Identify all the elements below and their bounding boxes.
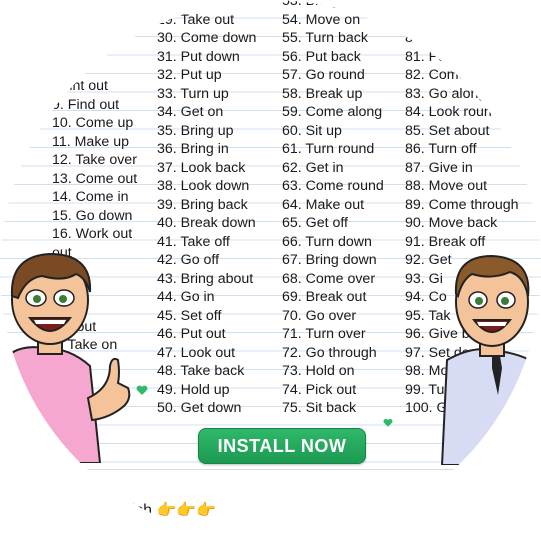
phrasal-verb-item: 65. Get off xyxy=(282,215,348,231)
phrasal-verb-item: 67. Bring down xyxy=(282,252,377,268)
phrasal-verb-item: 60. Sit up xyxy=(282,122,342,139)
phrasal-verb-item: 87. Give in xyxy=(405,159,473,176)
phrasal-verb-item: 48. Take back xyxy=(157,363,245,379)
circular-frame: back out Point out 9. Find out 10. Come up 11… xyxy=(0,0,541,541)
phrasal-verb-item: 37. Look back xyxy=(157,159,246,176)
phrasal-verb-item: 8 xyxy=(405,30,413,46)
phrasal-verb-item: 47. Look out xyxy=(157,344,236,361)
phrasal-verb-item: 15. Go down xyxy=(52,207,133,224)
phrasal-verb-item: 81. Pu xyxy=(405,48,447,65)
phrasal-verb-item: 59. Come along xyxy=(282,104,383,120)
phrasal-verb-item: 69. Break out xyxy=(282,289,367,305)
phrasal-verb-item: 58. Break up xyxy=(282,85,363,102)
phrasal-verb-item: 84. Look roun xyxy=(405,104,492,120)
divider xyxy=(0,469,541,470)
phrasal-verb-item: 72. Go through xyxy=(282,344,377,361)
phrasal-verb-item: 56. Put back xyxy=(282,48,361,65)
phrasal-verb-item: 45. Set off xyxy=(157,307,222,324)
phrasal-verb-item: 11. Make up xyxy=(52,133,130,150)
phrasal-verb-item: 34. Get on xyxy=(157,104,224,120)
phrasal-verb-item: 55. Turn back xyxy=(282,30,368,46)
cartoon-man-blue-shirt xyxy=(440,254,541,465)
phrasal-verb-item: 82. Come xyxy=(405,67,467,83)
phrasal-verb-item: 29. Take out xyxy=(157,11,235,28)
phrasal-verb-item: 40. Break down xyxy=(157,215,256,231)
phrasal-verb-item: 91. Break off xyxy=(405,233,486,250)
phrasal-verb-item: 46. Put out xyxy=(157,326,226,342)
phrasal-verb-item: 14. Come in xyxy=(52,189,129,206)
phrasal-verb-item: 68. Come over xyxy=(282,270,376,287)
phrasal-verb-item: 53. Bring xyxy=(282,0,339,9)
phrasal-verb-item: 44. Go in xyxy=(157,289,215,305)
phrasal-verb-item: 16. Work out xyxy=(52,226,133,243)
phrasal-verb-item: 70. Go over xyxy=(282,307,357,324)
phrasal-verb-item: 39. Bring back xyxy=(157,196,248,213)
phrasal-verb-item: 61. Turn round xyxy=(282,141,375,157)
phrasal-verb-item: 9. Find out xyxy=(52,96,120,113)
phrasal-verb-item: 41. Take off xyxy=(157,233,230,250)
phrasal-verb-item: 86. Turn off xyxy=(405,141,477,157)
phrasal-verb-item: 83. Go along xyxy=(405,85,487,102)
phrasal-verb-item: 89. Come through xyxy=(405,196,519,213)
phrasal-verb-item: 36. Bring in xyxy=(157,141,229,157)
phrasal-verb-item: 38. Look down xyxy=(157,178,250,194)
phrasal-verb-item: 49. Hold up xyxy=(157,381,230,398)
phrasal-verb-item: 63. Come round xyxy=(282,178,384,194)
heart-icon xyxy=(383,418,393,427)
phrasal-verb-item: 42. Go off xyxy=(157,252,220,268)
phrasal-verb-item: 12. Take over xyxy=(52,152,137,169)
phrasal-verb-item: 43. Bring about xyxy=(157,270,254,287)
phrasal-verb-item: 57. Go round xyxy=(282,67,365,83)
phrasal-verb-item: 35. Bring up xyxy=(157,122,234,139)
phrasal-verb-item: Point out xyxy=(52,78,109,95)
cartoon-boy-pink-shirt xyxy=(0,252,131,463)
phrasal-verb-item: 31. Put down xyxy=(157,48,240,65)
phrasal-verb-item: 32. Put up xyxy=(157,67,222,83)
phrasal-verb-item: 88. Move out xyxy=(405,178,488,194)
phrasal-verb-item: back xyxy=(52,41,82,58)
phrasal-verb-item: 74. Pick out xyxy=(282,381,357,398)
phrasal-verb-item: 90. Move back xyxy=(405,215,498,231)
phrasal-verb-item: 62. Get in xyxy=(282,159,344,176)
phrasal-verb-item: 30. Come down xyxy=(157,30,257,46)
phrasal-verb-item: 50. Get down xyxy=(157,400,242,416)
phrasal-verb-item: 75. Sit back xyxy=(282,400,357,416)
phrasal-verb-item: 13. Come out xyxy=(52,170,138,187)
phrasal-verb-item: 54. Move on xyxy=(282,11,361,28)
phrasal-verb-item: out xyxy=(52,59,72,76)
phrasal-verb-item: 66. Turn down xyxy=(282,233,372,250)
phrasal-verb-item: 33. Turn up xyxy=(157,85,229,102)
post-caption: lish 👉👉👉 xyxy=(128,502,217,519)
phrasal-verb-item: 64. Make out xyxy=(282,196,365,213)
install-now-button[interactable]: INSTALL NOW xyxy=(198,428,366,464)
phrasal-verb-item: 71. Turn over xyxy=(282,326,366,342)
heart-icon xyxy=(136,385,148,395)
phrasal-verb-item: 85. Set about xyxy=(405,122,490,139)
phrasal-verb-item: 10. Come up xyxy=(52,115,134,132)
phrasal-verb-item: 73. Hold on xyxy=(282,363,355,379)
